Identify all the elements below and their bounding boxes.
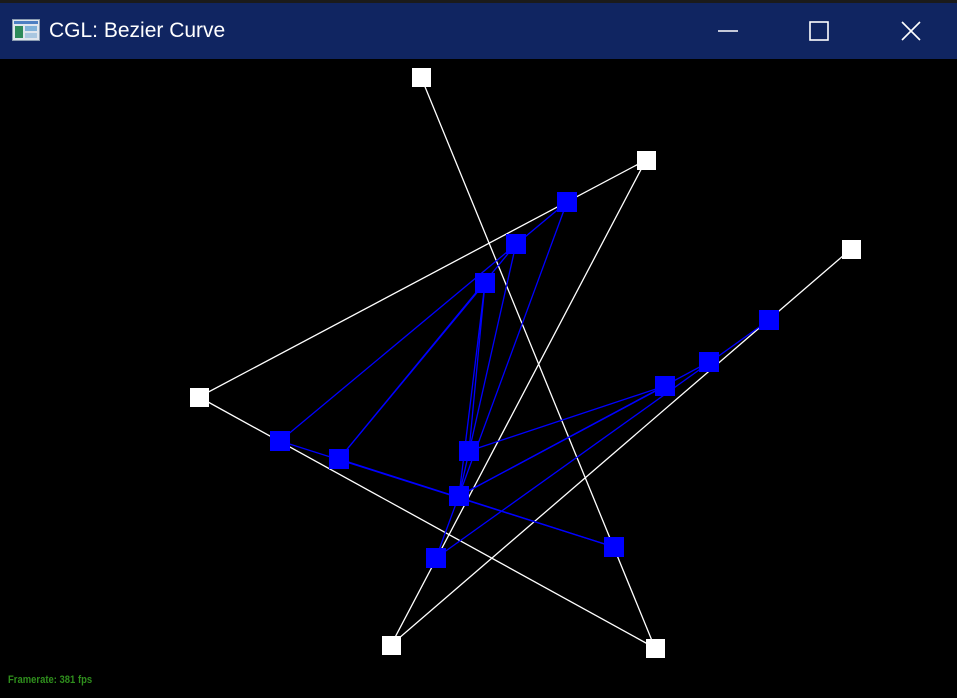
control-points (190, 68, 861, 658)
construction-edge (468, 385, 666, 452)
construction-edge (338, 282, 486, 460)
construction-edge (468, 282, 486, 452)
close-icon (900, 20, 922, 42)
control-edge (198, 396, 656, 649)
control-point[interactable] (190, 388, 209, 407)
control-point[interactable] (842, 240, 861, 259)
construction-point[interactable] (426, 548, 446, 568)
control-point[interactable] (382, 636, 401, 655)
construction-lines (279, 201, 770, 559)
construction-edge (458, 385, 666, 497)
app-window-icon[interactable] (12, 19, 40, 41)
maximize-icon (808, 20, 830, 42)
window-title: CGL: Bezier Curve (49, 19, 226, 42)
control-point[interactable] (637, 151, 656, 170)
construction-point[interactable] (557, 192, 577, 212)
control-point[interactable] (646, 639, 665, 658)
app-window: CGL: Bezier Curve Framerate: 381 fps (0, 0, 957, 698)
construction-point[interactable] (329, 449, 349, 469)
construction-edge (338, 458, 615, 548)
title-bar[interactable]: CGL: Bezier Curve (0, 3, 957, 59)
minimize-icon (717, 20, 739, 42)
construction-point[interactable] (449, 486, 469, 506)
render-canvas[interactable] (0, 59, 957, 698)
construction-point[interactable] (604, 537, 624, 557)
construction-edge (458, 282, 486, 497)
construction-edge (435, 319, 770, 559)
control-edge (198, 159, 647, 398)
control-polygon (198, 76, 852, 649)
construction-point[interactable] (506, 234, 526, 254)
construction-point[interactable] (759, 310, 779, 330)
construction-point[interactable] (699, 352, 719, 372)
control-edge (420, 76, 656, 649)
framerate-label: Framerate: 381 fps (8, 674, 93, 686)
close-button[interactable] (865, 3, 957, 59)
minimize-button[interactable] (682, 3, 774, 59)
construction-point[interactable] (655, 376, 675, 396)
construction-point[interactable] (475, 273, 495, 293)
construction-point[interactable] (270, 431, 290, 451)
maximize-button[interactable] (773, 3, 865, 59)
control-point[interactable] (412, 68, 431, 87)
bezier-scene (190, 68, 861, 658)
construction-point[interactable] (459, 441, 479, 461)
construction-points (270, 192, 779, 568)
